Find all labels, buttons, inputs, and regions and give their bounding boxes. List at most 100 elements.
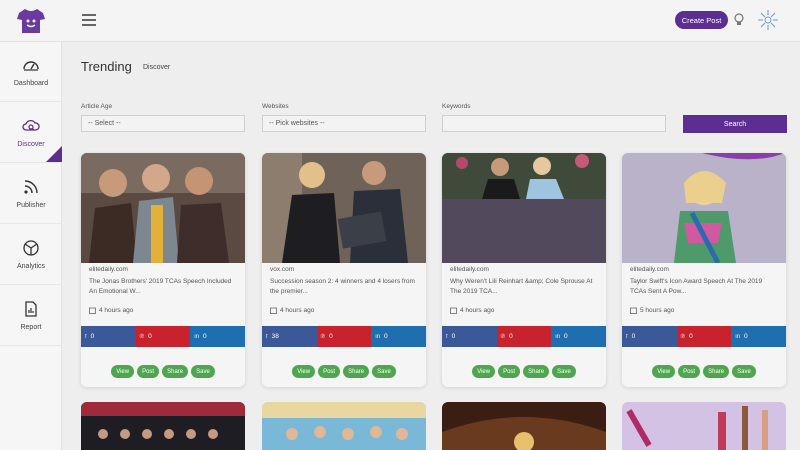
active-indicator: [46, 146, 62, 162]
post-button[interactable]: Post: [498, 365, 521, 378]
sidebar-item-label: Analytics: [16, 263, 45, 270]
save-button[interactable]: Save: [372, 365, 396, 378]
article-title[interactable]: The Jonas Brothers' 2019 TCAs Speech Inc…: [89, 277, 239, 297]
article-time-text: 5 hours ago: [640, 307, 675, 314]
linkedin-count-value: 0: [564, 333, 568, 340]
cloud-search-icon: [22, 119, 40, 131]
sidebar-item-label: Dashboard: [13, 80, 49, 87]
linkedin-icon: in: [735, 333, 741, 340]
post-button[interactable]: Post: [678, 365, 701, 378]
share-stats: f0 ℗ 0 in 0: [622, 326, 786, 347]
sidebar-item-dashboard[interactable]: Dashboard: [0, 42, 62, 102]
article-card-partial[interactable]: [622, 402, 786, 450]
article-thumbnail-image[interactable]: [81, 153, 245, 263]
tshirt-logo-icon: [17, 9, 45, 33]
keywords-label: Keywords: [442, 103, 471, 110]
article-thumbnail-image: [622, 402, 786, 450]
article-card-partial[interactable]: [442, 402, 606, 450]
article-thumbnail-image[interactable]: [442, 153, 606, 263]
dashboard-icon: [23, 61, 39, 71]
facebook-count-value: 0: [631, 333, 636, 340]
article-card-partial[interactable]: [262, 402, 426, 450]
analytics-icon: [23, 240, 39, 256]
lightbulb-icon[interactable]: [733, 13, 745, 27]
pinterest-count: ℗ 0: [676, 326, 732, 347]
facebook-count: f 38: [262, 326, 317, 347]
share-button[interactable]: Share: [703, 365, 730, 378]
sidebar-item-label: Discover: [17, 141, 45, 148]
report-icon: [25, 301, 37, 317]
rss-icon: [24, 180, 38, 194]
article-thumbnail-image: [442, 402, 606, 450]
share-stats: f0 ℗ 0 in 0: [442, 326, 606, 347]
share-stats: f0 ℗ 0 in 0: [81, 326, 245, 347]
sidebar-item-label: Publisher: [16, 202, 46, 209]
article-title[interactable]: Taylor Swift's Icon Award Speech At The …: [630, 277, 780, 297]
linkedin-icon: in: [555, 333, 561, 340]
article-time: 4 hours ago: [89, 307, 133, 314]
view-button[interactable]: View: [652, 365, 676, 378]
pinterest-icon: ℗: [139, 333, 145, 340]
save-button[interactable]: Save: [552, 365, 576, 378]
pinterest-count-value: 0: [509, 333, 513, 340]
keywords-input[interactable]: [442, 115, 666, 132]
card-actions: View Post Share Save: [81, 365, 245, 378]
save-button[interactable]: Save: [191, 365, 215, 378]
linkedin-icon: in: [194, 333, 200, 340]
article-thumbnail-image[interactable]: [622, 153, 786, 263]
linkedin-count: in 0: [371, 326, 426, 347]
calendar-icon: [270, 307, 277, 314]
menu-toggle-icon[interactable]: [82, 14, 96, 26]
linkedin-count: in 0: [190, 326, 245, 347]
linkedin-count: in 0: [731, 326, 786, 347]
article-time: 4 hours ago: [450, 307, 494, 314]
calendar-icon: [630, 307, 637, 314]
websites-label: Websites: [262, 103, 289, 110]
page-subtitle: Discover: [143, 64, 171, 71]
websites-select[interactable]: -- Pick websites --: [262, 115, 426, 132]
share-button[interactable]: Share: [523, 365, 550, 378]
facebook-icon: f: [266, 333, 268, 340]
article-title[interactable]: Why Weren't Lili Reinhart &amp; Cole Spr…: [450, 277, 600, 297]
card-actions: View Post Share Save: [442, 365, 606, 378]
card-actions: View Post Share Save: [622, 365, 786, 378]
article-card-partial[interactable]: [81, 402, 245, 450]
article-thumbnail-image[interactable]: [262, 153, 426, 263]
pinterest-count-value: 0: [148, 333, 152, 340]
pinterest-count: ℗ 0: [496, 326, 552, 347]
pinterest-count-value: 0: [329, 333, 333, 340]
share-button[interactable]: Share: [162, 365, 189, 378]
app-logo[interactable]: [0, 0, 62, 42]
search-button[interactable]: Search: [683, 115, 787, 133]
sidebar-item-report[interactable]: Report: [0, 286, 62, 346]
view-button[interactable]: View: [292, 365, 316, 378]
facebook-count-value: 0: [90, 333, 95, 340]
sidebar-item-discover[interactable]: Discover: [0, 103, 62, 163]
post-button[interactable]: Post: [318, 365, 341, 378]
profile-avatar-icon[interactable]: [757, 9, 779, 31]
share-button[interactable]: Share: [343, 365, 370, 378]
calendar-icon: [89, 307, 96, 314]
sidebar-item-publisher[interactable]: Publisher: [0, 164, 62, 224]
create-post-button[interactable]: Create Post: [675, 11, 728, 29]
linkedin-count: in 0: [551, 326, 606, 347]
calendar-icon: [450, 307, 457, 314]
post-button[interactable]: Post: [137, 365, 160, 378]
card-actions: View Post Share Save: [262, 365, 426, 378]
facebook-count: f0: [622, 326, 677, 347]
facebook-count: f0: [81, 326, 136, 347]
linkedin-count-value: 0: [744, 333, 748, 340]
save-button[interactable]: Save: [732, 365, 756, 378]
top-bar: Create Post: [0, 0, 800, 42]
article-age-label: Article Age: [81, 103, 113, 110]
article-age-select[interactable]: -- Select --: [81, 115, 245, 132]
linkedin-count-value: 0: [203, 333, 207, 340]
sidebar-item-analytics[interactable]: Analytics: [0, 225, 62, 285]
article-title[interactable]: Succession season 2: 4 winners and 4 los…: [270, 277, 420, 297]
pinterest-count: ℗ 0: [135, 326, 191, 347]
article-thumbnail-image: [81, 402, 245, 450]
pinterest-icon: ℗: [500, 333, 506, 340]
view-button[interactable]: View: [472, 365, 496, 378]
view-button[interactable]: View: [111, 365, 135, 378]
page-title: Trending: [81, 59, 132, 74]
